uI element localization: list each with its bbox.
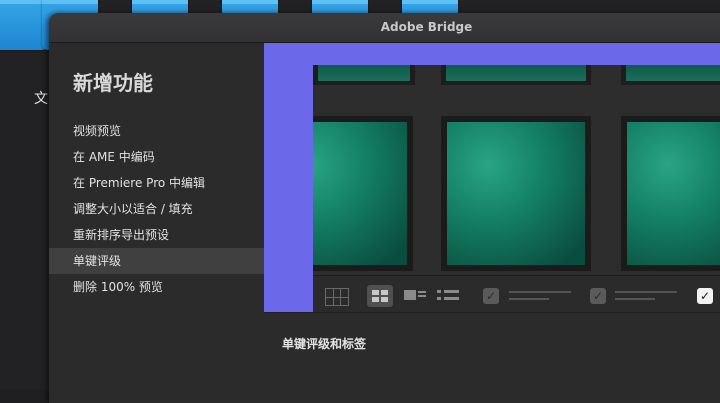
thumbnail — [313, 116, 413, 271]
whats-new-window: Adobe Bridge 新增功能 视频预览 在 AME 中编码 在 Premi… — [49, 13, 720, 403]
nav-item-reorder-export-presets[interactable]: 重新排序导出预设 — [49, 222, 264, 248]
feature-preview-panel: ✓ ✓ ✓ — [264, 43, 720, 312]
rating-bar — [615, 291, 677, 293]
title-bar[interactable]: Adobe Bridge — [49, 13, 720, 43]
desktop-item-label[interactable]: 文 — [34, 88, 48, 108]
grid-view-icon[interactable] — [325, 288, 349, 306]
section-title: 单键评级和标签 — [282, 337, 367, 351]
folder-icon[interactable] — [0, 0, 48, 50]
nav-item-resize-fit-fill[interactable]: 调整大小以适合 / 填充 — [49, 196, 264, 222]
leaf-image — [447, 122, 585, 265]
detail-view-icon[interactable] — [404, 288, 426, 304]
nav-item-encode-in-ame[interactable]: 在 AME 中编码 — [49, 144, 264, 170]
nav-item-video-preview[interactable]: 视频预览 — [49, 118, 264, 144]
leaf-image — [313, 122, 407, 265]
nav-item-one-click-rating[interactable]: 单键评级 — [49, 248, 264, 274]
thumbnail — [441, 116, 591, 271]
sidebar: 新增功能 视频预览 在 AME 中编码 在 Premiere Pro 中编辑 调… — [49, 43, 264, 403]
sidebar-heading: 新增功能 — [73, 71, 153, 95]
nav-item-edit-in-premiere[interactable]: 在 Premiere Pro 中编辑 — [49, 170, 264, 196]
list-view-icon[interactable] — [437, 288, 459, 304]
view-toolbar: ✓ ✓ ✓ — [313, 275, 720, 312]
checkbox-icon[interactable]: ✓ — [590, 288, 606, 304]
thumbnail — [621, 65, 720, 85]
rating-bar — [509, 298, 549, 300]
thumbnail — [441, 65, 591, 85]
checkbox-checked-icon[interactable]: ✓ — [697, 288, 713, 304]
feature-content: ✓ ✓ ✓ 单键评级和标签 — [264, 43, 720, 403]
checkbox-icon[interactable]: ✓ — [483, 288, 499, 304]
rating-bar — [615, 298, 655, 300]
leaf-image — [627, 122, 720, 265]
feature-nav: 视频预览 在 AME 中编码 在 Premiere Pro 中编辑 调整大小以适… — [49, 118, 264, 300]
thumbnail — [313, 65, 415, 85]
rating-bar — [509, 291, 571, 293]
thumbnail-grid-icon[interactable] — [367, 285, 393, 307]
nav-item-delete-100-preview[interactable]: 删除 100% 预览 — [49, 274, 264, 300]
bridge-content-preview: ✓ ✓ ✓ — [313, 65, 720, 312]
thumbnail — [621, 116, 720, 271]
window-title: Adobe Bridge — [380, 20, 473, 34]
feature-description: 单键评级和标签 — [264, 312, 720, 403]
